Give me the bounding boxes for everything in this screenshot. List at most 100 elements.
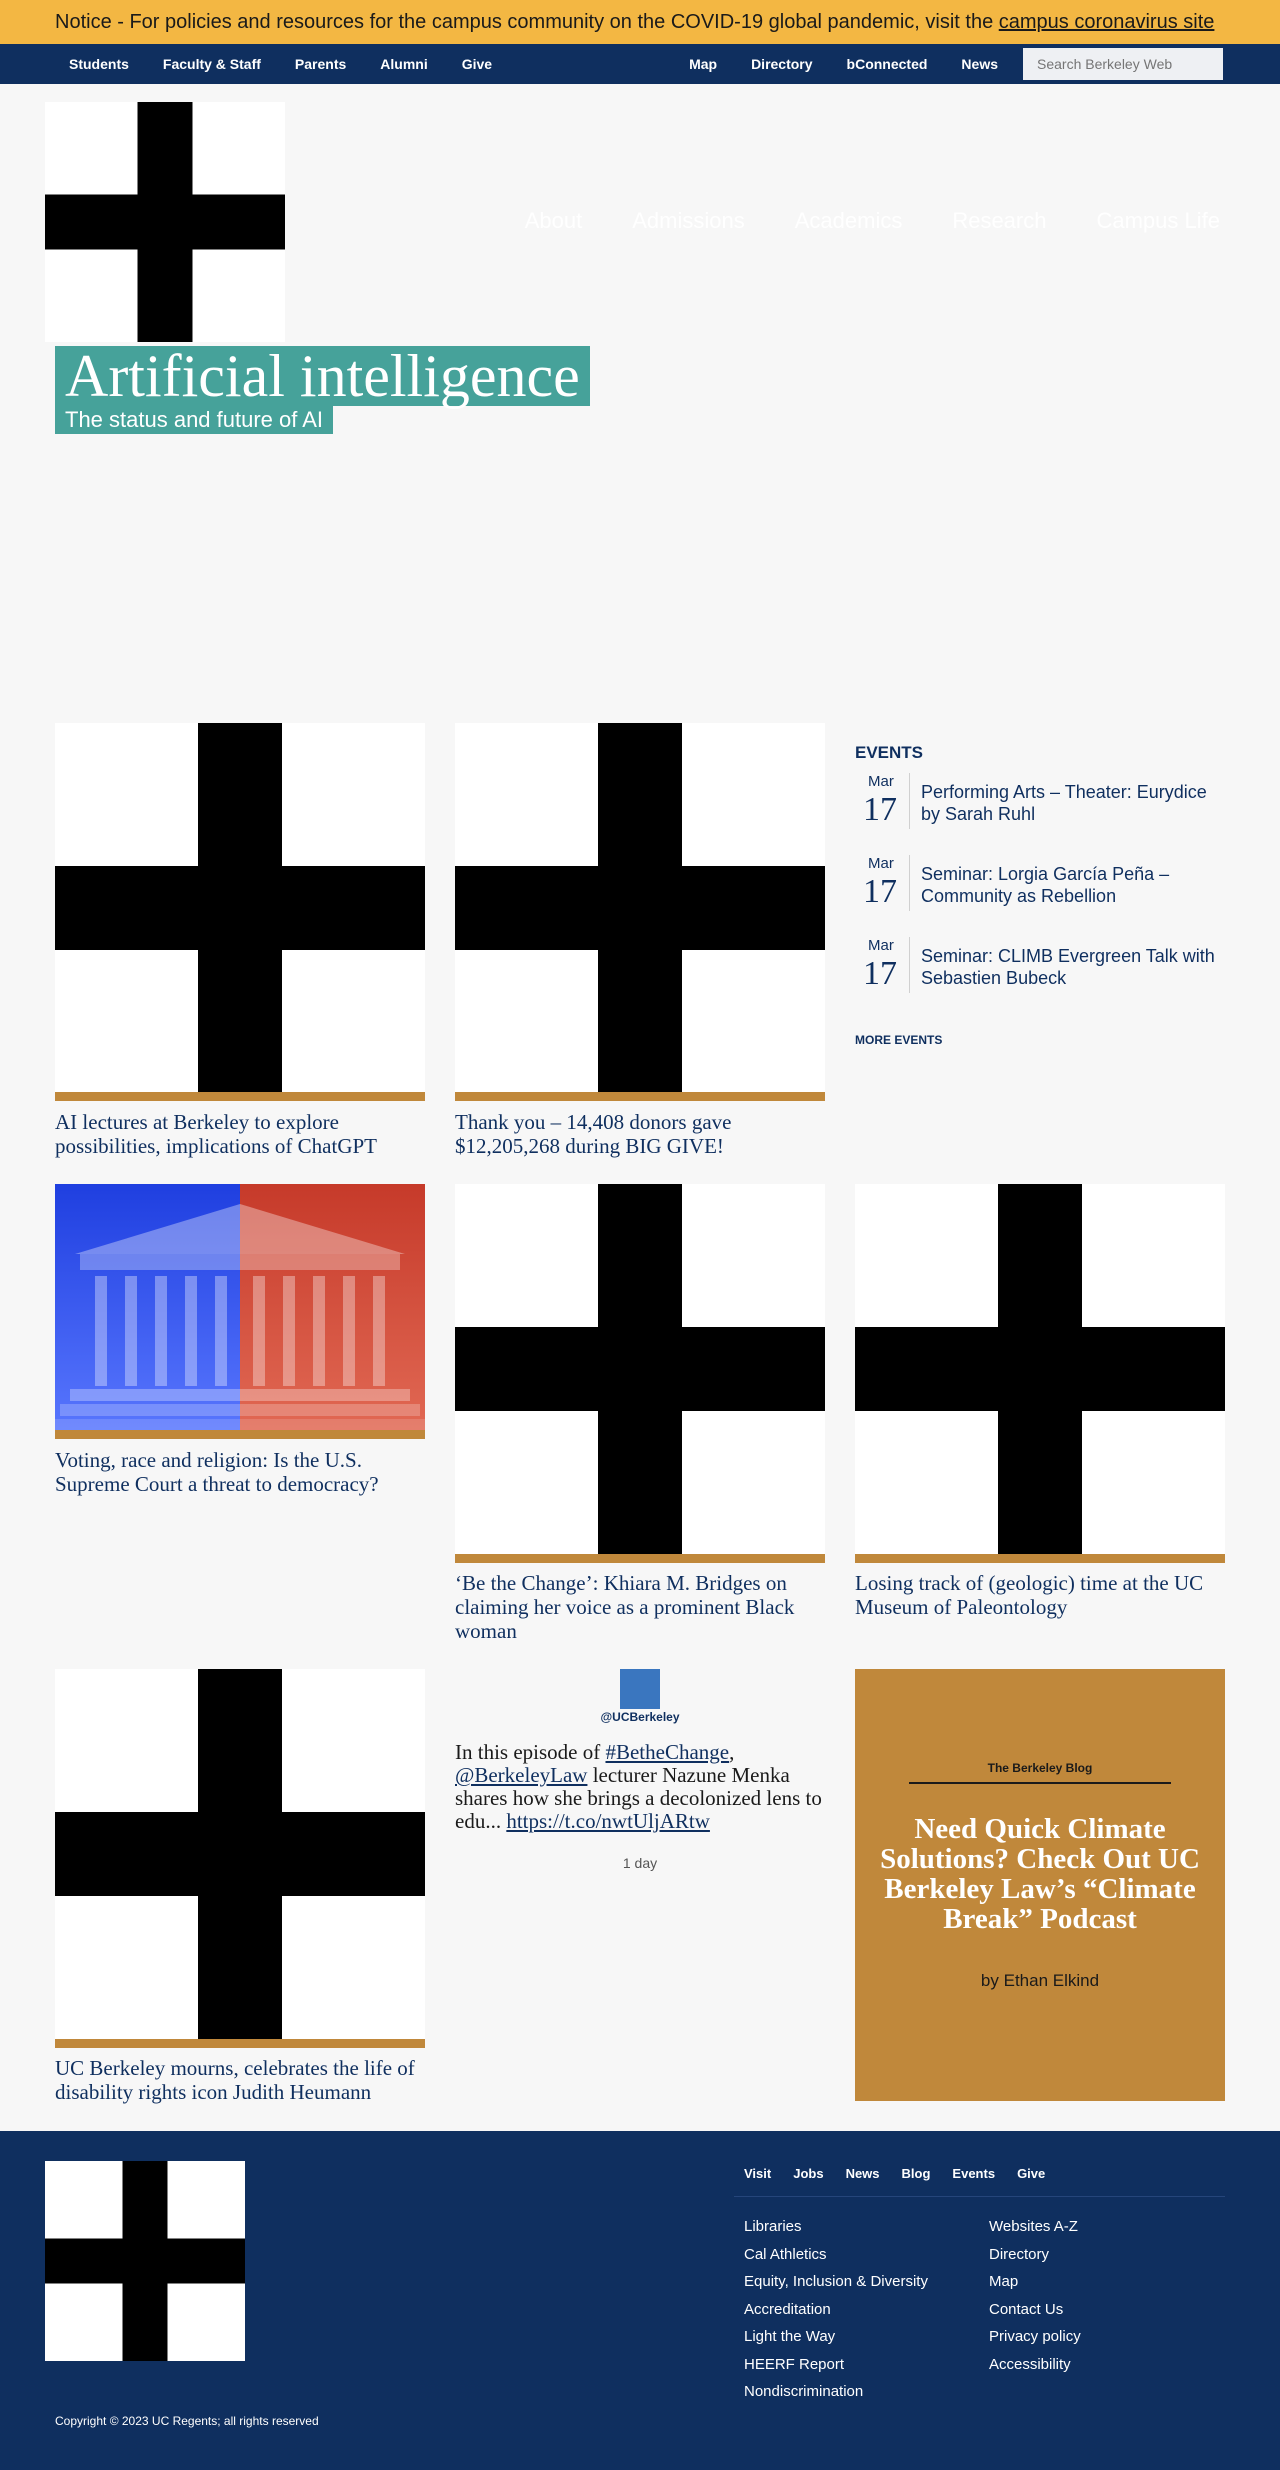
utility-nav: Students Faculty & Staff Parents Alumni … <box>0 44 1280 84</box>
footer-links-column: Websites A-Z Directory Map Contact Us Pr… <box>989 2213 1081 2378</box>
story-image[interactable] <box>455 1184 825 1554</box>
footer-nav-events[interactable]: Events <box>952 2166 1017 2181</box>
audience-links: Students Faculty & Staff Parents Alumni … <box>52 44 509 84</box>
event-divider <box>909 937 910 993</box>
tweet-text-part: In this episode of <box>455 1740 606 1764</box>
story-caption[interactable]: UC Berkeley mourns, celebrates the life … <box>55 2056 425 2104</box>
event-item[interactable]: Mar 17 Seminar: Lorgia García Peña – Com… <box>855 855 1225 915</box>
footer-link-heerf-report[interactable]: HEERF Report <box>744 2351 928 2379</box>
blog-divider <box>909 1782 1171 1784</box>
footer-links-column: Libraries Cal Athletics Equity, Inclusio… <box>744 2213 928 2406</box>
footer-nav-blog[interactable]: Blog <box>902 2166 953 2181</box>
supreme-court-illustration <box>55 1184 425 1439</box>
berkeley-blog-card[interactable]: The Berkeley Blog Need Quick Climate Sol… <box>855 1669 1225 2101</box>
event-divider <box>909 855 910 911</box>
main-nav-research[interactable]: Research <box>952 208 1046 234</box>
footer-link-contact-us[interactable]: Contact Us <box>989 2296 1081 2324</box>
story-caption[interactable]: Losing track of (geologic) time at the U… <box>855 1571 1225 1619</box>
main-nav-academics[interactable]: Academics <box>795 208 903 234</box>
event-item[interactable]: Mar 17 Performing Arts – Theater: Eurydi… <box>855 773 1225 833</box>
nav-directory[interactable]: Directory <box>734 44 829 84</box>
main-nav: About Admissions Academics Research Camp… <box>525 208 1220 234</box>
footer-link-directory[interactable]: Directory <box>989 2241 1081 2269</box>
blog-title[interactable]: Need Quick Climate Solutions? Check Out … <box>875 1814 1205 1934</box>
footer-link-libraries[interactable]: Libraries <box>744 2213 928 2241</box>
event-item[interactable]: Mar 17 Seminar: CLIMB Evergreen Talk wit… <box>855 937 1225 997</box>
footer-link-nondiscrimination[interactable]: Nondiscrimination <box>744 2378 928 2406</box>
hero-subtitle[interactable]: The status and future of AI <box>55 406 334 434</box>
story-accent-bar <box>455 1554 825 1563</box>
twitter-handle[interactable]: @UCBerkeley <box>455 1710 825 1724</box>
story-accent-bar <box>55 1092 425 1101</box>
footer-nav-give[interactable]: Give <box>1017 2166 1067 2181</box>
tweet-mention-link[interactable]: @BerkeleyLaw <box>455 1763 587 1787</box>
tweet-timestamp: 1 day <box>622 1855 658 1871</box>
nav-faculty-staff[interactable]: Faculty & Staff <box>146 44 278 84</box>
notice-link[interactable]: campus coronavirus site <box>999 11 1215 33</box>
nav-give[interactable]: Give <box>445 44 509 84</box>
event-month: Mar <box>868 937 894 954</box>
footer-link-privacy-policy[interactable]: Privacy policy <box>989 2323 1081 2351</box>
footer-link-map[interactable]: Map <box>989 2268 1081 2296</box>
story-image[interactable] <box>855 1184 1225 1554</box>
events-heading: EVENTS <box>855 743 924 762</box>
supreme-court-image[interactable] <box>55 1184 425 1439</box>
hero-title[interactable]: Artificial intelligence <box>55 346 590 406</box>
nav-bconnected[interactable]: bConnected <box>830 44 945 84</box>
copyright-text: Copyright © 2023 UC Regents; all rights … <box>55 2414 319 2428</box>
story-image[interactable] <box>55 1669 425 2039</box>
nav-news[interactable]: News <box>944 44 1015 84</box>
footer-nav-jobs[interactable]: Jobs <box>793 2166 845 2181</box>
nav-students[interactable]: Students <box>52 44 146 84</box>
event-month: Mar <box>868 855 894 872</box>
footer-nav-news[interactable]: News <box>846 2166 902 2181</box>
tweet-text-part: , <box>729 1740 735 1764</box>
event-day: 17 <box>863 873 897 910</box>
footer-link-light-the-way[interactable]: Light the Way <box>744 2323 928 2351</box>
tool-links: Map Directory bConnected News <box>672 44 1223 84</box>
footer-divider <box>734 2196 1225 2197</box>
event-month: Mar <box>868 773 894 790</box>
event-day: 17 <box>863 791 897 828</box>
tweet-url-link[interactable]: https://t.co/nwtUljARtw <box>506 1809 710 1833</box>
event-day: 17 <box>863 955 897 992</box>
covid-notice-bar: Notice - For policies and resources for … <box>0 0 1280 44</box>
footer-nav: Visit Jobs News Blog Events Give <box>744 2166 1067 2181</box>
story-accent-bar <box>55 2039 425 2048</box>
nav-parents[interactable]: Parents <box>278 44 363 84</box>
story-caption[interactable]: Voting, race and religion: Is the U.S. S… <box>55 1448 425 1496</box>
footer-link-accessibility[interactable]: Accessibility <box>989 2351 1081 2379</box>
nav-map[interactable]: Map <box>672 44 734 84</box>
story-image[interactable] <box>55 723 425 1093</box>
story-caption[interactable]: AI lectures at Berkeley to explore possi… <box>55 1110 425 1158</box>
footer-nav-visit[interactable]: Visit <box>744 2166 793 2181</box>
story-accent-bar <box>855 1554 1225 1563</box>
search-input[interactable] <box>1023 48 1223 80</box>
story-caption[interactable]: Thank you – 14,408 donors gave $12,205,2… <box>455 1110 825 1158</box>
event-title[interactable]: Performing Arts – Theater: Eurydice by S… <box>921 781 1221 825</box>
notice-text: Notice - For policies and resources for … <box>55 11 999 33</box>
story-accent-bar <box>55 1430 425 1439</box>
footer-logo[interactable] <box>45 2161 245 2361</box>
blog-author: by Ethan Elkind <box>980 1971 1100 1990</box>
main-nav-campus-life[interactable]: Campus Life <box>1096 208 1220 234</box>
main-nav-admissions[interactable]: Admissions <box>632 208 744 234</box>
story-caption[interactable]: ‘Be the Change’: Khiara M. Bridges on cl… <box>455 1571 825 1643</box>
event-divider <box>909 773 910 829</box>
footer-link-websites-a-z[interactable]: Websites A-Z <box>989 2213 1081 2241</box>
footer-link-cal-athletics[interactable]: Cal Athletics <box>744 2241 928 2269</box>
twitter-avatar[interactable] <box>620 1669 660 1709</box>
nav-alumni[interactable]: Alumni <box>363 44 444 84</box>
event-title[interactable]: Seminar: Lorgia García Peña – Community … <box>921 863 1221 907</box>
story-image[interactable] <box>455 723 825 1093</box>
berkeley-logo[interactable] <box>45 102 285 342</box>
more-events-link[interactable]: MORE EVENTS <box>855 1033 942 1047</box>
event-title[interactable]: Seminar: CLIMB Evergreen Talk with Sebas… <box>921 945 1221 989</box>
site-footer: Visit Jobs News Blog Events Give Librari… <box>0 2131 1280 2470</box>
blog-label: The Berkeley Blog <box>987 1761 1093 1775</box>
footer-link-equity[interactable]: Equity, Inclusion & Diversity <box>744 2268 928 2296</box>
story-accent-bar <box>455 1092 825 1101</box>
tweet-hashtag-link[interactable]: #BetheChange <box>605 1740 729 1764</box>
footer-link-accreditation[interactable]: Accreditation <box>744 2296 928 2324</box>
main-nav-about[interactable]: About <box>525 208 583 234</box>
